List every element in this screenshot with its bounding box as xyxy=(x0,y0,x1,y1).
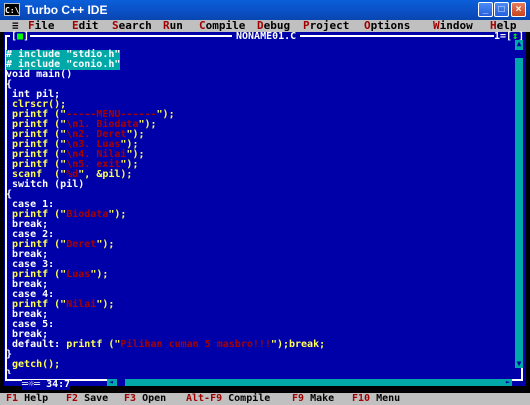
hint-key: F9 xyxy=(292,393,305,404)
code-token: printf (" xyxy=(66,339,121,350)
menu-item-9[interactable]: Window xyxy=(433,20,473,32)
code-token: "); xyxy=(96,239,115,250)
maximize-button[interactable]: □ xyxy=(494,2,509,17)
menu-item-7[interactable]: Project xyxy=(303,20,349,32)
scroll-left-arrow-icon[interactable]: ◄ xyxy=(107,379,115,386)
menu-label: un xyxy=(169,19,183,32)
menu-hotkey: O xyxy=(364,19,371,32)
hint-key: Alt-F9 xyxy=(186,393,223,404)
hint-f1[interactable]: F1 Help xyxy=(6,393,48,405)
cursor-position-value: 34:7 xyxy=(46,379,71,390)
code-line[interactable]: } xyxy=(6,369,12,375)
menu-item-1[interactable]: File xyxy=(28,20,55,32)
hint-key: F10 xyxy=(352,393,371,404)
horizontal-scroll-thumb[interactable] xyxy=(117,379,125,386)
code-token: void main() xyxy=(6,69,73,80)
code-token: getch(); xyxy=(6,359,61,370)
code-token: "); xyxy=(96,299,115,310)
hint-label: Help xyxy=(18,393,49,404)
hint-f3[interactable]: F3 Open xyxy=(124,393,166,405)
dos-app-icon[interactable]: C:\ xyxy=(4,3,20,16)
code-token: switch (pil) xyxy=(6,179,85,190)
string-literal: Pilihan cuman 5 masbro!!! xyxy=(120,339,271,350)
hint-alt-f9[interactable]: Alt-F9 Compile xyxy=(186,393,270,405)
code-area[interactable]: # include "stdio.h" # include "conio.h" vo… xyxy=(6,42,506,374)
code-line[interactable]: default: printf ("Pilihan cuman 5 masbro… xyxy=(6,339,325,350)
scroll-up-arrow-icon[interactable]: ▲ xyxy=(515,40,523,48)
editor-close-box[interactable]: [■] xyxy=(10,31,31,42)
menu-item-8[interactable]: Options xyxy=(364,20,410,32)
hint-label: Save xyxy=(78,393,109,404)
menu-label: earch xyxy=(118,19,152,32)
horizontal-scrollbar[interactable]: ◄ ► xyxy=(107,379,512,386)
title-bar[interactable]: C:\ Turbo C++ IDE _ □ × xyxy=(0,0,530,20)
menu-hotkey: W xyxy=(433,19,440,32)
code-token: ", &pil); xyxy=(78,169,133,180)
code-line[interactable]: switch (pil) xyxy=(6,179,84,190)
turbo-cpp-window: C:\ Turbo C++ IDE _ □ × ≡ File Edit Search R… xyxy=(0,0,530,405)
scroll-right-arrow-icon[interactable]: ► xyxy=(504,379,512,386)
menu-label: ptions xyxy=(370,19,411,32)
menu-item-4[interactable]: Run xyxy=(163,20,183,32)
hint-f2[interactable]: F2 Save xyxy=(66,393,108,405)
hint-label: Make xyxy=(304,393,335,404)
code-token: "); xyxy=(108,209,127,220)
file-name-title: NONAME01.C xyxy=(232,32,301,42)
menu-hotkey: R xyxy=(163,19,170,32)
status-prefix: ═☼═ xyxy=(22,379,41,390)
function-key-hint-bar: F1 Help F2 Save F3 Open Alt-F9 Compile F9 Ma… xyxy=(0,393,530,405)
hint-f10[interactable]: F10 Menu xyxy=(352,393,400,405)
menu-hotkey: P xyxy=(303,19,310,32)
hint-key: F3 xyxy=(124,393,137,404)
string-literal: Nilai xyxy=(66,299,97,310)
close-box-bracket: ] xyxy=(23,31,30,42)
scroll-down-arrow-icon[interactable]: ▼ xyxy=(515,360,523,368)
code-token: "); xyxy=(90,269,109,280)
close-button[interactable]: × xyxy=(511,2,526,17)
hint-key: F2 xyxy=(66,393,79,404)
code-token: "); xyxy=(156,109,175,120)
hint-f9[interactable]: F9 Make xyxy=(292,393,334,405)
string-literal: Biodata xyxy=(66,209,109,220)
vertical-scrollbar[interactable]: ▲ ▼ xyxy=(515,40,523,368)
string-literal: Luas xyxy=(66,269,91,280)
code-token: ");break; xyxy=(270,339,326,350)
code-line[interactable]: void main() xyxy=(6,69,72,80)
hint-label: Menu xyxy=(370,393,401,404)
code-token: default: xyxy=(6,339,67,350)
vertical-scroll-thumb[interactable] xyxy=(515,50,523,58)
hint-label: Compile xyxy=(222,393,271,404)
minimize-button[interactable]: _ xyxy=(478,2,493,17)
menu-label: dit xyxy=(78,19,99,32)
code-token: } xyxy=(6,369,12,375)
menu-hotkey: C xyxy=(199,19,206,32)
menu-hotkey: E xyxy=(72,19,79,32)
menu-item-3[interactable]: Search xyxy=(112,20,152,32)
window-title: Turbo C++ IDE xyxy=(25,3,108,17)
menu-hotkey: S xyxy=(112,19,119,32)
cursor-position: ═☼═ 34:7 xyxy=(22,379,71,390)
menu-label: indow xyxy=(439,19,473,32)
hint-key: F1 xyxy=(6,393,19,404)
menu-label: ile xyxy=(34,19,55,32)
menu-label: roject xyxy=(309,19,350,32)
string-literal: Deret xyxy=(66,239,97,250)
hint-label: Open xyxy=(136,393,167,404)
editor-window[interactable]: [■] NONAME01.C 1=[↕] # include "stdio.h"… xyxy=(4,31,526,390)
menu-item-2[interactable]: Edit xyxy=(72,20,99,32)
window-number-label: 1=[ xyxy=(494,31,513,42)
code-line[interactable]: getch(); xyxy=(6,359,60,370)
